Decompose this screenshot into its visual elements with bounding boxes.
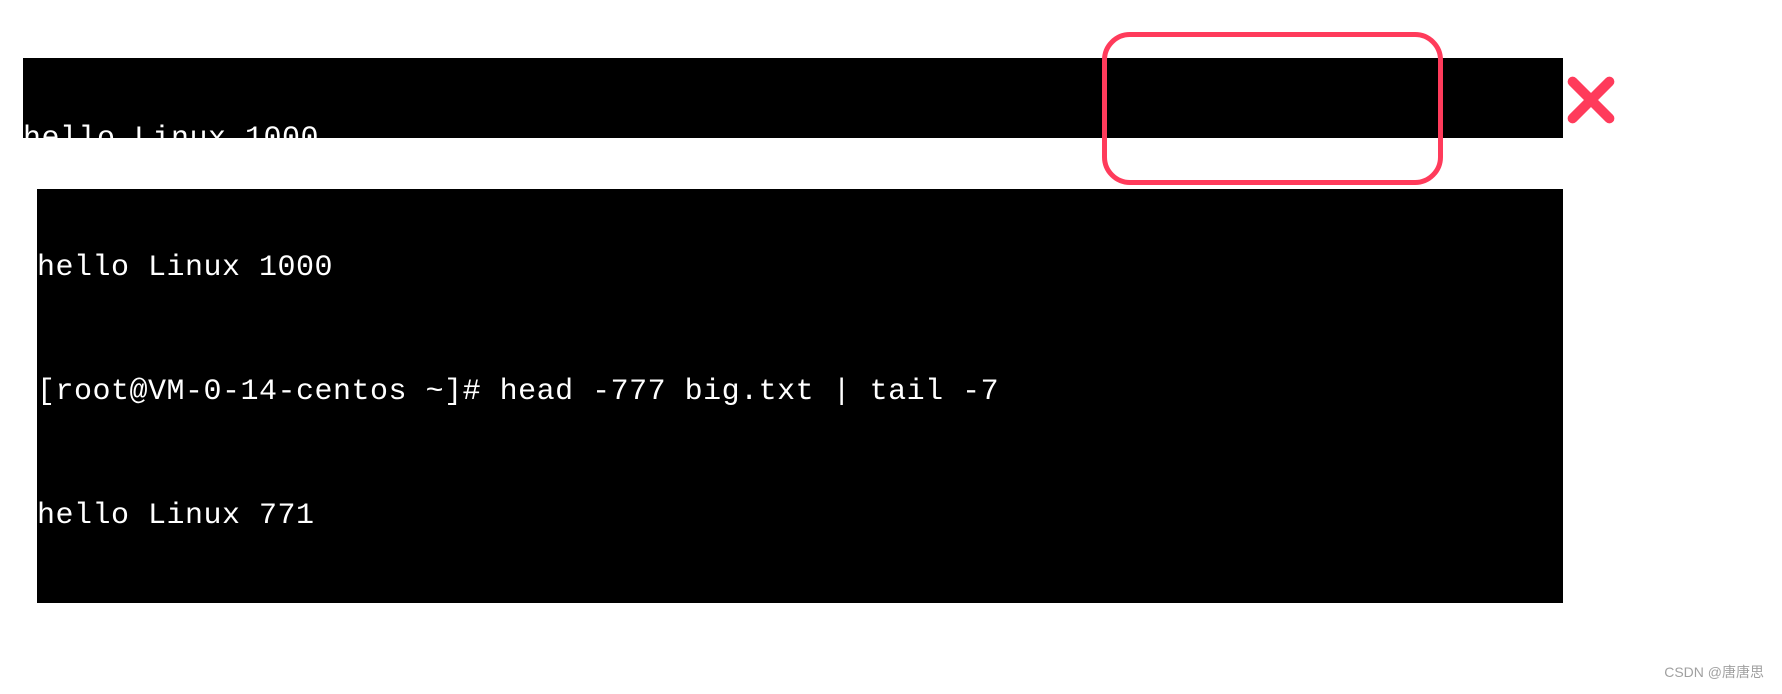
terminal-output-line: hello Linux 771 bbox=[37, 496, 1563, 537]
terminal-command-line[interactable]: [root@VM-0-14-centos ~]# head -777 big.t… bbox=[37, 372, 1563, 413]
terminal-bottom: hello Linux 1000 [root@VM-0-14-centos ~]… bbox=[37, 189, 1563, 603]
annotation-box bbox=[1102, 32, 1443, 185]
terminal-prompt: [root@VM-0-14-centos ~]# bbox=[37, 375, 500, 409]
terminal-output-line: hello Linux 1000 bbox=[37, 248, 1563, 289]
watermark: CSDN @唐唐思 bbox=[1664, 663, 1764, 682]
terminal-command: head -777 big.txt | tail -7 bbox=[500, 375, 1000, 409]
red-x-icon bbox=[1564, 73, 1618, 127]
